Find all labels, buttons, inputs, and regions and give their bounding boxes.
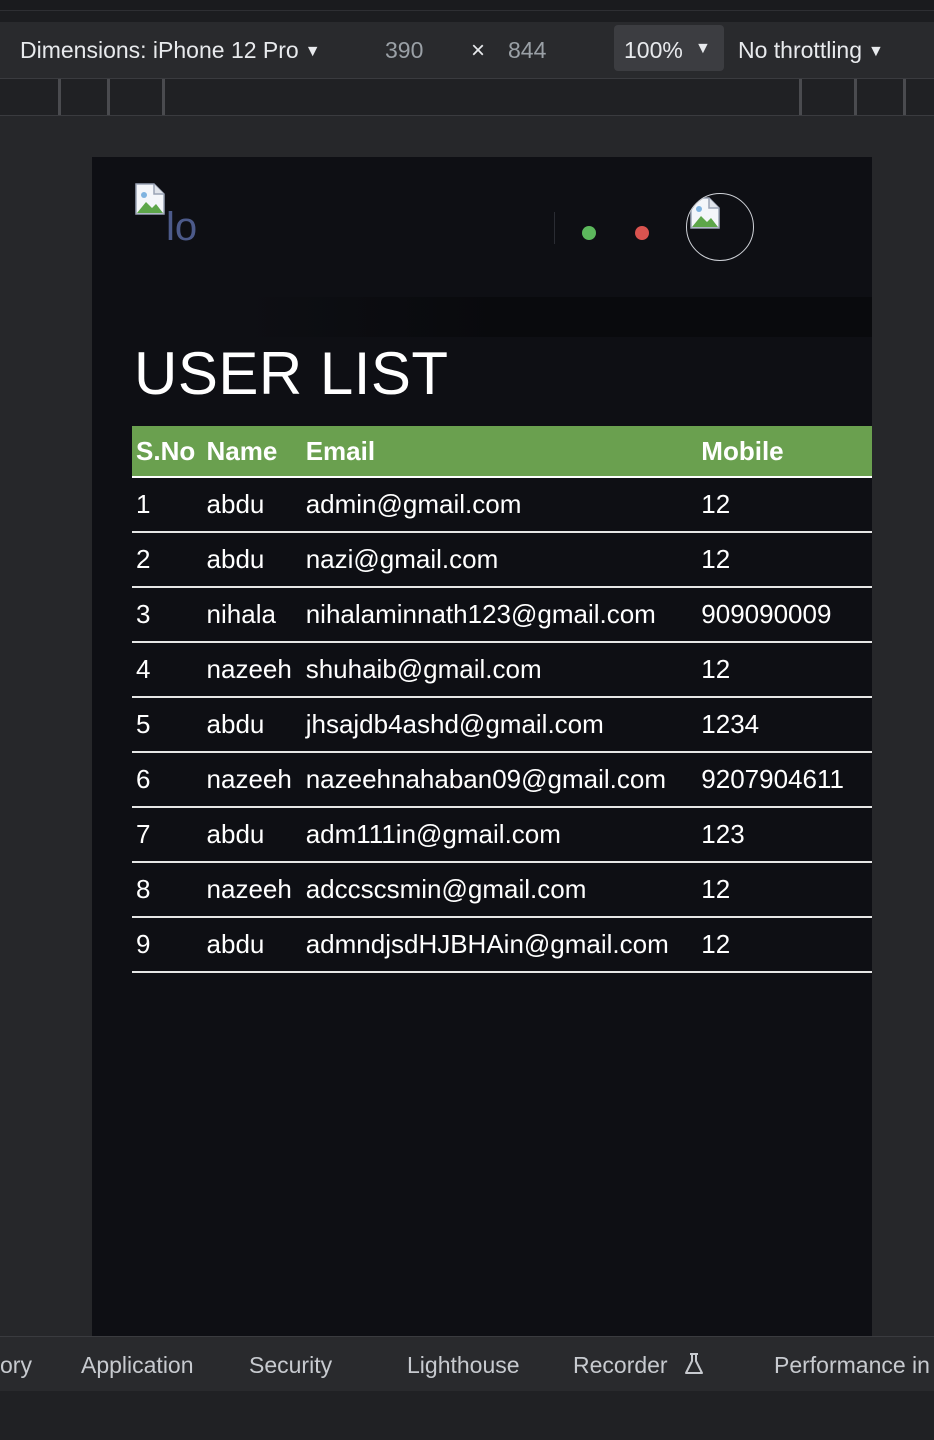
table-row: 1 abdu admin@gmail.com 12 [132, 477, 872, 533]
device-viewport: lo USER LIST S.No Name Email Mobile 1 ab… [92, 157, 872, 1336]
cell-mobile: 12 [697, 477, 872, 533]
broken-image-icon [690, 197, 720, 229]
column-header-email: Email [301, 426, 698, 478]
chevron-down-icon: ▼ [304, 43, 321, 60]
cell-sno: 7 [132, 807, 203, 863]
ruler-marker[interactable] [903, 79, 906, 115]
cell-mobile: 909090009 [697, 587, 872, 643]
dimensions-label: Dimensions: iPhone 12 Pro [20, 37, 299, 63]
table-row: 8 nazeeh adccscsmin@gmail.com 12 [132, 862, 872, 918]
cell-sno: 3 [132, 587, 203, 643]
throttling-dropdown[interactable]: No throttling ▼ [738, 37, 884, 64]
tab-security[interactable]: Security [249, 1352, 332, 1379]
times-icon: × [471, 37, 486, 64]
table-row: 5 abdu jhsajdb4ashd@gmail.com 1234 [132, 697, 872, 753]
cell-mobile: 1234 [697, 697, 872, 753]
cell-name: abdu [202, 697, 302, 753]
tab-memory[interactable]: ory [0, 1352, 32, 1379]
cell-name: nazeeh [202, 862, 302, 918]
table-row: 4 nazeeh shuhaib@gmail.com 12 [132, 642, 872, 698]
window-top-strip [0, 0, 934, 11]
cell-mobile: 12 [697, 642, 872, 698]
page-title: USER LIST [134, 340, 449, 407]
ruler-marker[interactable] [58, 79, 61, 115]
cell-sno: 1 [132, 477, 203, 533]
table-row: 7 abdu adm111in@gmail.com 123 [132, 807, 872, 863]
tab-application[interactable]: Application [81, 1352, 194, 1379]
table-header-row: S.No Name Email Mobile [132, 426, 872, 478]
cell-name: abdu [202, 477, 302, 533]
column-header-sno: S.No [132, 426, 203, 478]
device-toolbar: Dimensions: iPhone 12 Pro ▼ 390 × 844 100… [0, 22, 934, 78]
bottom-panel [0, 1391, 934, 1440]
cell-email: nazi@gmail.com [301, 532, 698, 588]
ruler-marker[interactable] [854, 79, 857, 115]
table-row: 6 nazeeh nazeehnahaban09@gmail.com 92079… [132, 752, 872, 808]
tab-performance-insights[interactable]: Performance in [774, 1352, 930, 1379]
cell-email: admndjsdHJBHAin@gmail.com [301, 917, 698, 973]
navbar: lo [92, 157, 872, 297]
table-row: 2 abdu nazi@gmail.com 12 [132, 532, 872, 588]
cell-sno: 5 [132, 697, 203, 753]
flask-icon [685, 1353, 703, 1374]
cell-name: nihala [202, 587, 302, 643]
table-row: 9 abdu admndjsdHJBHAin@gmail.com 12 [132, 917, 872, 973]
cell-email: adccscsmin@gmail.com [301, 862, 698, 918]
cell-name: abdu [202, 532, 302, 588]
cell-mobile: 12 [697, 917, 872, 973]
nav-divider [554, 212, 555, 244]
cell-email: jhsajdb4ashd@gmail.com [301, 697, 698, 753]
media-query-ruler [0, 78, 934, 116]
chevron-down-icon: ▼ [695, 40, 711, 57]
cell-email: admin@gmail.com [301, 477, 698, 533]
cell-mobile: 12 [697, 532, 872, 588]
tab-recorder[interactable]: Recorder [573, 1352, 706, 1379]
broken-image-icon [135, 183, 165, 215]
ruler-marker[interactable] [799, 79, 802, 115]
cell-email: adm111in@gmail.com [301, 807, 698, 863]
width-input[interactable]: 390 [385, 37, 423, 64]
height-input[interactable]: 844 [508, 37, 546, 64]
zoom-dropdown[interactable]: 100% ▼ [614, 25, 724, 71]
nav-shadow [242, 297, 872, 337]
ruler-marker[interactable] [107, 79, 110, 115]
table-row: 3 nihala nihalaminnath123@gmail.com 9090… [132, 587, 872, 643]
cell-name: abdu [202, 807, 302, 863]
avatar[interactable] [686, 193, 754, 261]
tab-recorder-label: Recorder [573, 1352, 668, 1378]
cell-sno: 9 [132, 917, 203, 973]
cell-email: nihalaminnath123@gmail.com [301, 587, 698, 643]
cell-email: shuhaib@gmail.com [301, 642, 698, 698]
chevron-down-icon: ▼ [868, 43, 884, 60]
tab-lighthouse[interactable]: Lighthouse [407, 1352, 520, 1379]
column-header-mobile: Mobile [697, 426, 872, 478]
cell-mobile: 12 [697, 862, 872, 918]
cell-name: nazeeh [202, 752, 302, 808]
cell-sno: 6 [132, 752, 203, 808]
cell-mobile: 9207904611 [697, 752, 872, 808]
cell-sno: 4 [132, 642, 203, 698]
cell-name: nazeeh [202, 642, 302, 698]
cell-sno: 8 [132, 862, 203, 918]
zoom-value: 100% [624, 37, 683, 63]
devtools-tab-bar: ory Application Security Lighthouse Reco… [0, 1336, 934, 1392]
throttling-label: No throttling [738, 37, 863, 63]
cell-mobile: 123 [697, 807, 872, 863]
cell-sno: 2 [132, 532, 203, 588]
logo[interactable]: lo [166, 205, 197, 250]
ruler-marker[interactable] [162, 79, 165, 115]
dimensions-dropdown[interactable]: Dimensions: iPhone 12 Pro ▼ [20, 37, 321, 64]
offline-status-dot [635, 226, 649, 240]
cell-name: abdu [202, 917, 302, 973]
cell-email: nazeehnahaban09@gmail.com [301, 752, 698, 808]
user-table: S.No Name Email Mobile 1 abdu admin@gmai… [132, 426, 872, 973]
column-header-name: Name [202, 426, 302, 478]
online-status-dot [582, 226, 596, 240]
